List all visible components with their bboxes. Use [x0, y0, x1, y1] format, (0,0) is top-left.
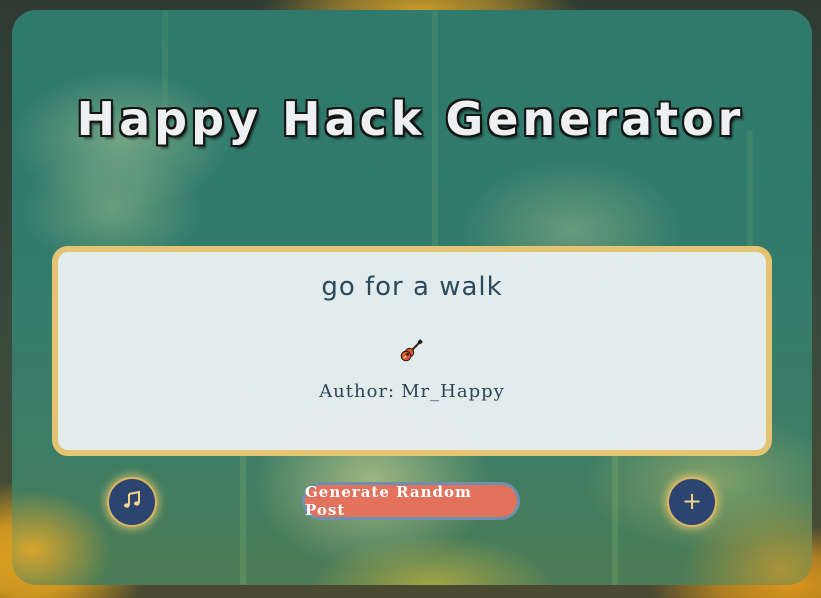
post-text: go for a walk: [321, 272, 503, 302]
add-post-button[interactable]: +: [667, 477, 717, 527]
plus-icon: +: [681, 487, 703, 515]
author-name: Mr_Happy: [401, 381, 505, 402]
generate-random-post-button[interactable]: Generate Random Post: [302, 482, 520, 520]
author-line: Author: Mr_Happy: [58, 381, 766, 402]
music-note-icon: [122, 490, 142, 514]
author-label: Author:: [319, 381, 396, 402]
page-title: Happy Hack Generator: [76, 92, 745, 146]
music-button[interactable]: [107, 477, 157, 527]
background-stem: [612, 440, 618, 585]
post-card: go for a walk Author: Mr_Happy: [52, 246, 772, 456]
guitar-icon: [400, 338, 424, 362]
